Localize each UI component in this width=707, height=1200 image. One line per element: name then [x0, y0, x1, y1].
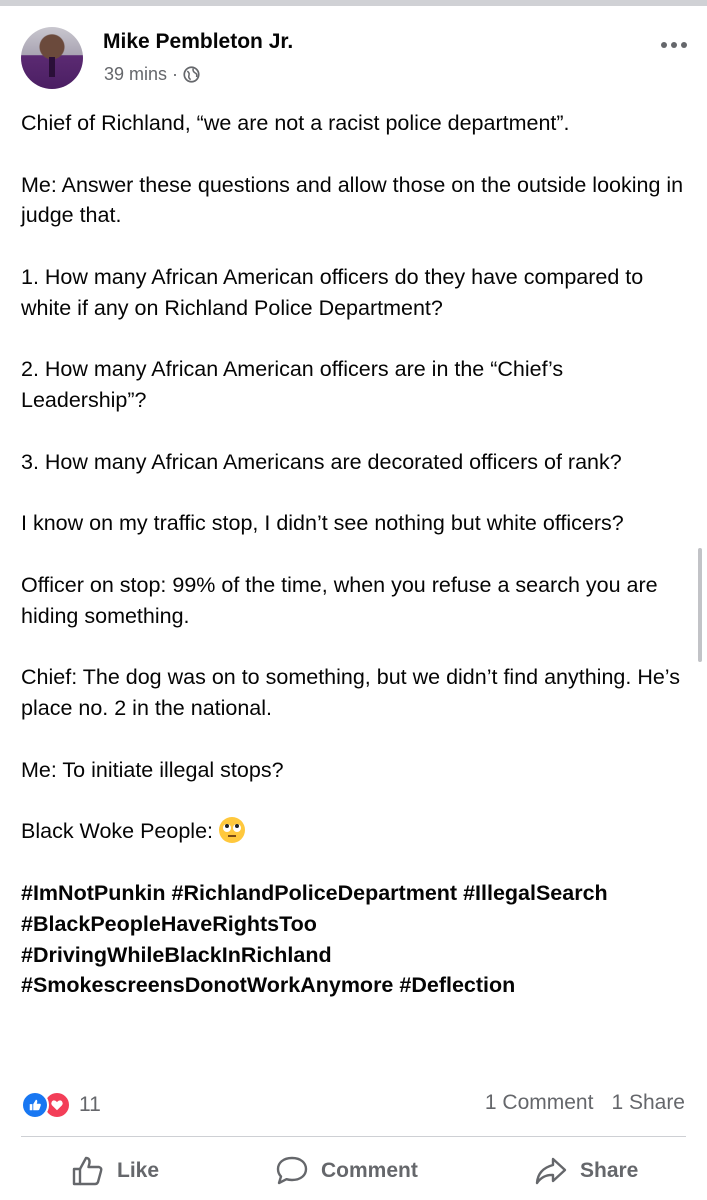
like-button[interactable]: Like [71, 1146, 159, 1196]
hashtag-link[interactable]: #BlackPeopleHaveRightsToo [21, 912, 317, 936]
post-paragraph: 1. How many African American officers do… [21, 264, 644, 320]
post-stats: 11 1 Comment 1 Share [21, 1089, 685, 1119]
eye-roll-emoji [219, 817, 245, 844]
like-label: Like [117, 1159, 160, 1182]
post-paragraph: Officer on stop: 99% of the time, when y… [21, 572, 658, 628]
post-paragraph: Chief: The dog was on to something, but … [21, 665, 680, 721]
thumbs-up-icon [72, 1156, 103, 1186]
reactions-summary[interactable]: 11 [21, 1091, 101, 1119]
avatar[interactable] [21, 27, 83, 89]
share-count-link[interactable]: 1 Share [611, 1091, 685, 1115]
post-paragraph: I know on my traffic stop, I didn’t see … [21, 511, 624, 536]
comment-button[interactable]: Comment [275, 1146, 418, 1196]
post-text: Chief of Richland, “we are not a racist … [21, 108, 691, 1001]
post-paragraph: Me: To initiate illegal stops? [21, 757, 284, 782]
action-bar: Like Comment Share [21, 1146, 686, 1196]
post-paragraph-with-emoji: Black Woke People: [21, 816, 691, 847]
post-paragraph: Chief of Richland, “we are not a racist … [21, 111, 570, 135]
reaction-count: 11 [79, 1093, 101, 1116]
share-icon [535, 1157, 567, 1185]
more-options-icon[interactable] [659, 37, 687, 53]
post-paragraph: 2. How many African American officers ar… [21, 357, 564, 413]
hashtag-link[interactable]: #SmokescreensDonotWorkAnymore [21, 973, 393, 997]
like-reaction-icon [21, 1091, 49, 1119]
divider [21, 1136, 686, 1137]
author-name[interactable]: Mike Pembleton Jr. [103, 30, 293, 54]
comment-count-link[interactable]: 1 Comment [485, 1091, 594, 1115]
post-paragraph: 3. How many African Americans are decora… [21, 449, 622, 474]
post-time[interactable]: 39 mins [104, 64, 167, 85]
post-paragraph: Me: Answer these questions and allow tho… [21, 172, 684, 228]
share-button[interactable]: Share [534, 1146, 638, 1196]
comment-icon [276, 1156, 308, 1185]
post-paragraph: Black Woke People: [21, 819, 214, 844]
hashtags: #ImNotPunkin #RichlandPoliceDepartment #… [21, 878, 691, 1001]
hashtag-link[interactable]: #DrivingWhileBlackInRichland [21, 943, 332, 967]
meta-separator: · [172, 64, 179, 84]
globe-icon [183, 66, 200, 83]
top-bar [0, 0, 707, 6]
hashtag-link[interactable]: #IllegalSearch [463, 881, 608, 905]
scrollbar[interactable] [698, 548, 702, 662]
post-meta: 39 mins · [104, 64, 200, 85]
hashtag-link[interactable]: #Deflection [399, 973, 515, 997]
post-header: Mike Pembleton Jr. 39 mins · [21, 27, 687, 97]
hashtag-link[interactable]: #RichlandPoliceDepartment [172, 881, 458, 905]
comment-label: Comment [321, 1159, 418, 1182]
share-label: Share [580, 1159, 639, 1182]
hashtag-link[interactable]: #ImNotPunkin [21, 881, 166, 905]
